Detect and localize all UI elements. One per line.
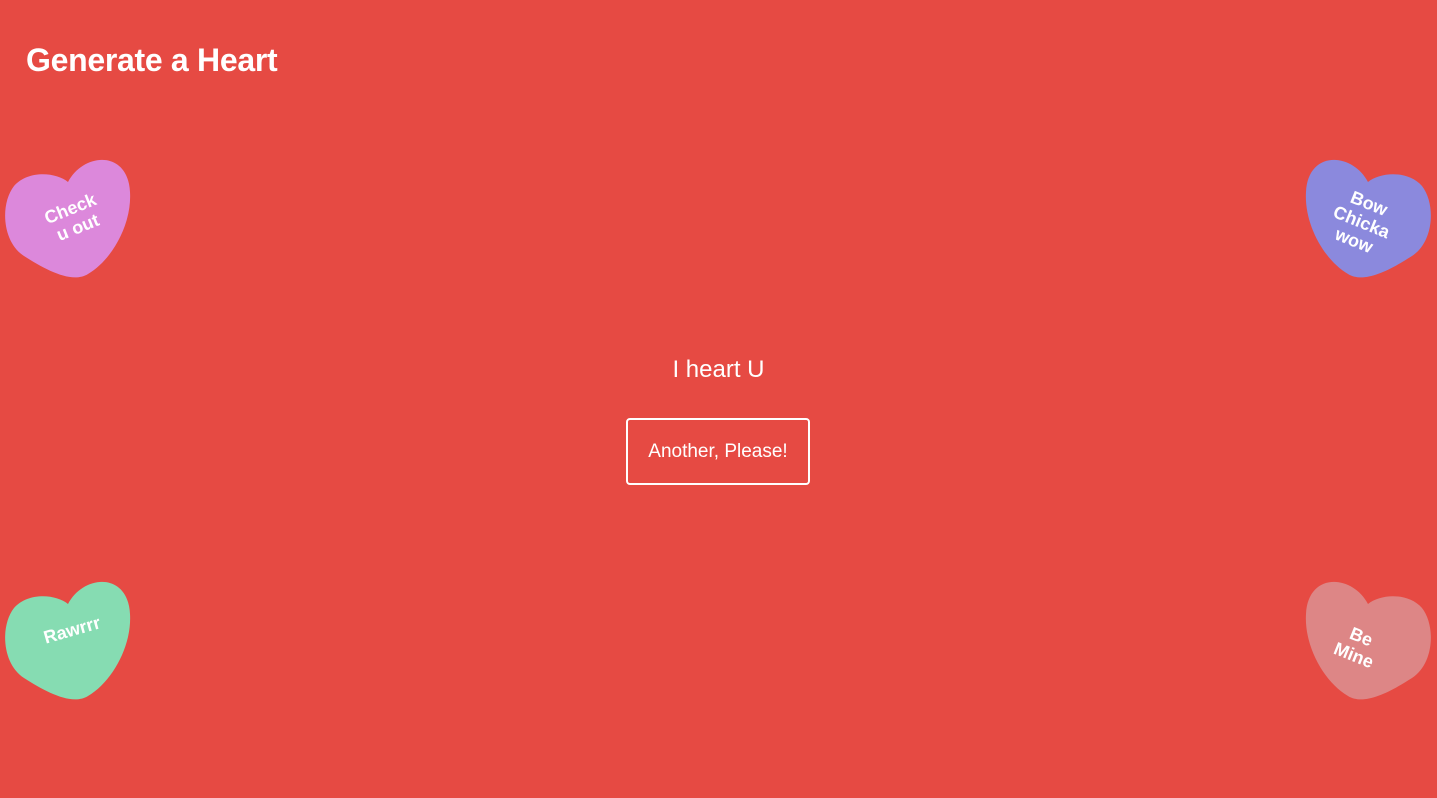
heart-message: I heart U [672, 356, 765, 383]
heart-text: Check u out [41, 189, 102, 245]
page-title: Generate a Heart [26, 42, 278, 78]
heart-rawrrr: Rawrrr [5, 574, 131, 700]
heart-check-u-out: Check u out [5, 152, 131, 278]
heart-be-mine: Be Mine [1305, 574, 1431, 700]
heart-bow-chicka-wow: Bow Chicka wow [1305, 152, 1431, 278]
heart-text: Be Mine [1331, 623, 1378, 673]
heart-text: Bow Chicka wow [1330, 187, 1394, 258]
another-please-button[interactable]: Another, Please! [626, 418, 810, 485]
heart-text: Rawrrr [41, 612, 103, 648]
